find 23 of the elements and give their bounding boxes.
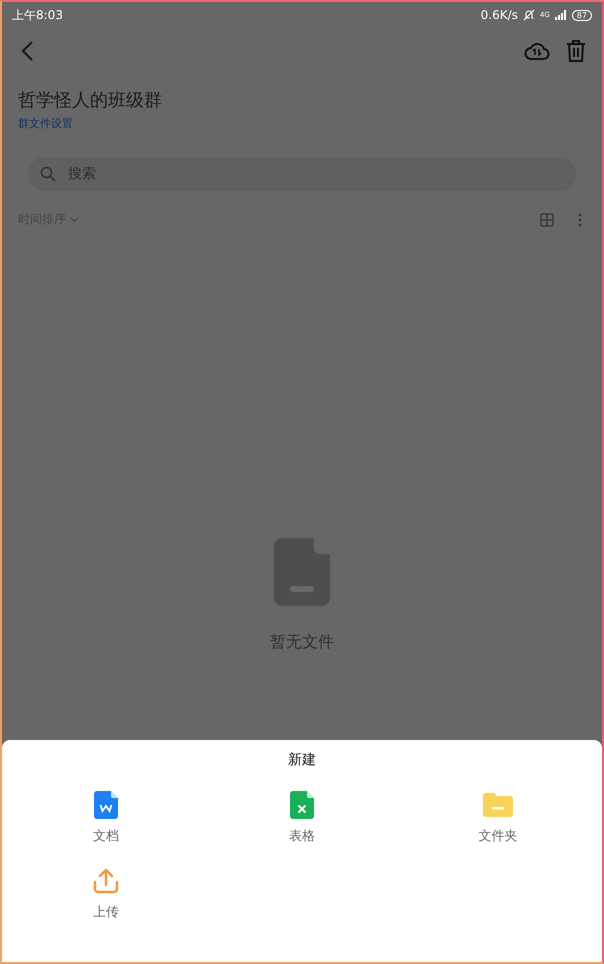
group-title: 哲学怪人的班级群	[18, 89, 162, 112]
upload-icon	[93, 867, 119, 895]
empty-file-icon	[274, 538, 330, 606]
create-option[interactable]: 文件夹	[470, 787, 526, 849]
cloud-transfer-icon[interactable]	[524, 40, 550, 62]
trash-icon[interactable]	[566, 40, 586, 62]
signal-icon	[554, 10, 567, 20]
grid-view-icon[interactable]	[540, 212, 554, 226]
more-icon[interactable]	[578, 212, 582, 226]
back-icon[interactable]	[20, 40, 34, 62]
create-option[interactable]: 表格	[281, 787, 323, 849]
empty-text: 暂无文件	[270, 632, 334, 653]
create-option[interactable]: 上传	[85, 863, 127, 925]
battery-level: 87	[572, 10, 592, 20]
search-icon	[40, 166, 56, 182]
network-speed: 0.6K/s	[480, 8, 518, 22]
chevron-down-icon	[70, 216, 79, 222]
folder-icon	[483, 791, 513, 819]
word-document-icon	[94, 791, 118, 819]
create-option[interactable]: 文档	[85, 787, 127, 849]
sheet-title: 新建	[288, 751, 316, 769]
spreadsheet-icon	[290, 791, 314, 819]
status-time: 上午8:03	[12, 6, 63, 24]
